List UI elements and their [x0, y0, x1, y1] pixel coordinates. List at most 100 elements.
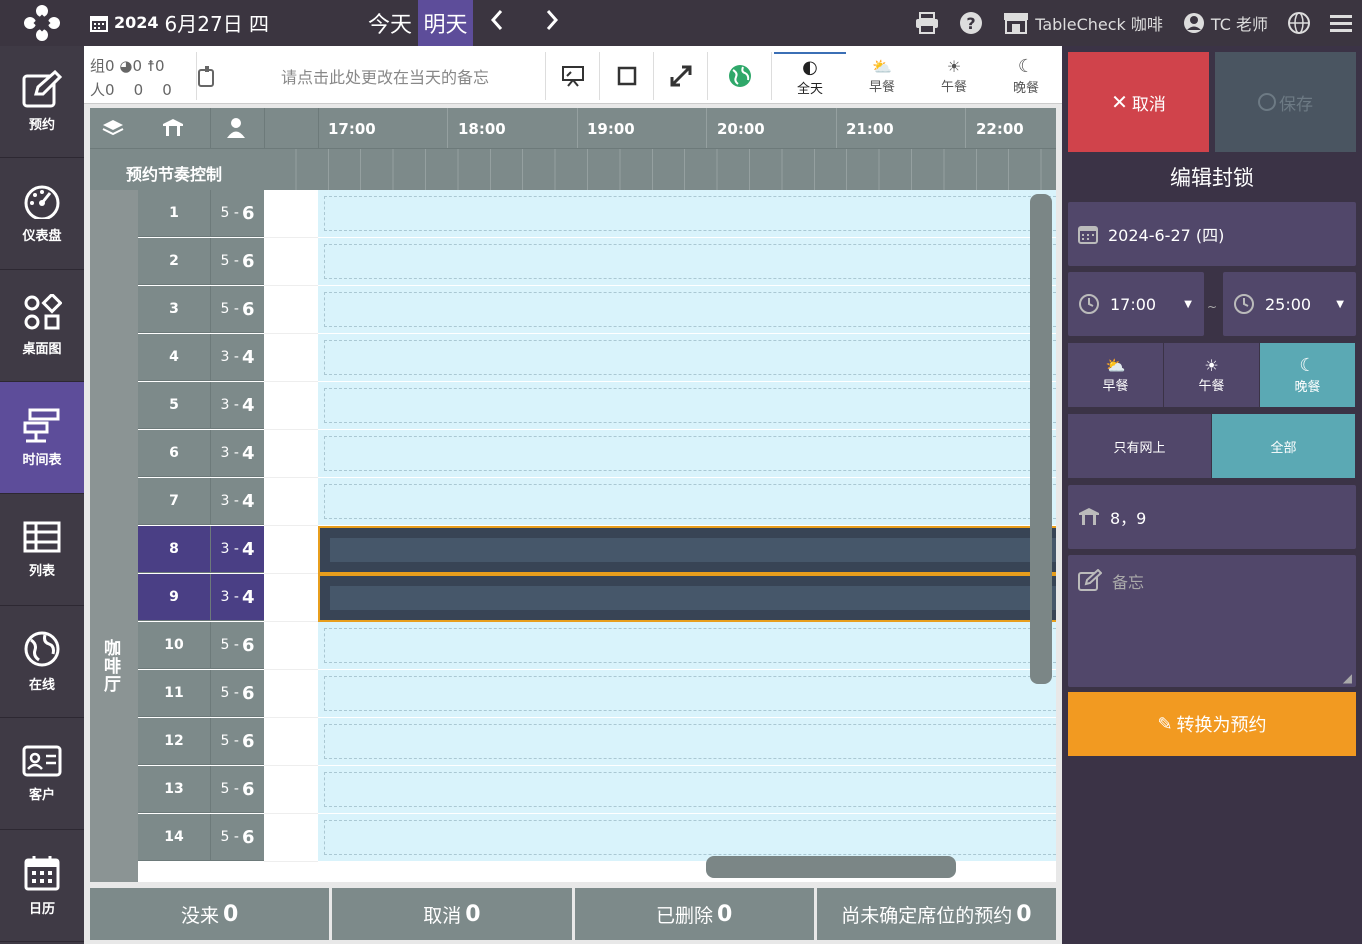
- meal-tab-lunch[interactable]: ☀ 午餐: [918, 52, 990, 100]
- memo-textarea[interactable]: 备忘 ◢: [1068, 555, 1356, 687]
- sidebar-item-online[interactable]: 在线: [0, 606, 84, 718]
- user-menu[interactable]: TC 老师: [1183, 11, 1268, 35]
- meal-tab-breakfast[interactable]: ⛅ 早餐: [846, 52, 918, 100]
- resize-handle-icon[interactable]: ◢: [1343, 671, 1352, 685]
- table-number[interactable]: 4: [138, 334, 210, 381]
- time-slot[interactable]: [318, 238, 1056, 286]
- table-row[interactable]: 25 -6: [138, 238, 1056, 286]
- hamburger-menu-icon[interactable]: [1330, 14, 1352, 32]
- pace-control-row[interactable]: 预约节奏控制: [90, 148, 1056, 191]
- time-slot[interactable]: [318, 286, 1056, 334]
- table-number[interactable]: 13: [138, 766, 210, 813]
- time-label: 17:00: [328, 120, 376, 138]
- table-row[interactable]: 10 5 -6: [138, 622, 1056, 670]
- meal-tab-dinner[interactable]: ☾ 晚餐: [990, 52, 1062, 100]
- convert-to-reservation-button[interactable]: ✎ 转换为预约: [1068, 692, 1356, 756]
- table-number[interactable]: 12: [138, 718, 210, 765]
- print-icon[interactable]: [915, 12, 939, 34]
- help-icon[interactable]: ?: [959, 11, 983, 35]
- table-number[interactable]: 14: [138, 814, 210, 861]
- start-time-select[interactable]: 17:00 ▼: [1068, 272, 1204, 336]
- sidebar-item-floorplan[interactable]: 桌面图: [0, 270, 84, 382]
- time-slot[interactable]: [318, 190, 1056, 238]
- moon-icon: ☾: [1017, 56, 1035, 77]
- table-block-bar[interactable]: [318, 526, 1056, 574]
- table-number[interactable]: 11: [138, 670, 210, 717]
- sidebar-item-calendar[interactable]: 日历: [0, 830, 84, 942]
- table-row[interactable]: 83 -4: [138, 526, 1056, 574]
- cancelled-count[interactable]: 取消 0: [332, 888, 572, 940]
- meal-breakfast-button[interactable]: ⛅ 早餐: [1068, 343, 1163, 407]
- sidebar-item-list[interactable]: 列表: [0, 494, 84, 606]
- vertical-scrollbar[interactable]: [1030, 194, 1052, 684]
- time-slot[interactable]: [318, 670, 1056, 718]
- sidebar-label: 列表: [28, 564, 55, 579]
- time-slot[interactable]: [318, 718, 1056, 766]
- table-row[interactable]: 43 -4: [138, 334, 1056, 382]
- sidebar-item-dashboard[interactable]: 仪表盘: [0, 158, 84, 270]
- sidebar-item-customers[interactable]: 客户: [0, 718, 84, 830]
- time-slot[interactable]: [318, 478, 1056, 526]
- date-field[interactable]: 2024-6-27 (四): [1068, 202, 1356, 266]
- date-selector[interactable]: 2024 6月27日 四: [90, 8, 269, 37]
- table-row[interactable]: 63 -4: [138, 430, 1056, 478]
- presentation-button[interactable]: [546, 52, 600, 100]
- horizontal-scrollbar[interactable]: [706, 856, 956, 878]
- table-number[interactable]: 1: [138, 190, 210, 237]
- meal-label: 早餐: [868, 80, 895, 95]
- clock-icon: [1079, 294, 1099, 314]
- time-slot[interactable]: [318, 382, 1056, 430]
- square-view-button[interactable]: [600, 52, 654, 100]
- sidebar-item-reservation[interactable]: 预约: [0, 46, 84, 158]
- time-slot[interactable]: [318, 334, 1056, 382]
- expand-button[interactable]: [654, 52, 708, 100]
- no-show-count[interactable]: 没来 0: [90, 888, 330, 940]
- table-row[interactable]: 11 5 -6: [138, 670, 1056, 718]
- table-number[interactable]: 5: [138, 382, 210, 429]
- table-block-bar[interactable]: [318, 574, 1056, 622]
- globe-icon: [728, 65, 751, 87]
- table-row[interactable]: 53 -4: [138, 382, 1056, 430]
- table-number[interactable]: 7: [138, 478, 210, 525]
- chevron-right-icon[interactable]: [545, 8, 559, 38]
- time-slot[interactable]: [318, 430, 1056, 478]
- table-number[interactable]: 2: [138, 238, 210, 285]
- table-row[interactable]: 15 -6: [138, 190, 1056, 238]
- time-slot[interactable]: [318, 766, 1056, 814]
- online-only-button[interactable]: 只有网上: [1068, 414, 1211, 478]
- online-globe-button[interactable]: [708, 52, 772, 100]
- store-selector[interactable]: TableCheck 咖啡: [1003, 11, 1163, 35]
- app-logo-icon[interactable]: [0, 0, 84, 46]
- tomorrow-button[interactable]: 明天: [418, 0, 473, 46]
- chevron-left-icon[interactable]: [490, 8, 504, 38]
- tables-field[interactable]: 8，9: [1068, 485, 1356, 549]
- meal-dinner-button[interactable]: ☾ 晚餐: [1260, 343, 1355, 407]
- today-button[interactable]: 今天: [362, 0, 418, 46]
- save-button[interactable]: 保存: [1215, 52, 1356, 152]
- deleted-count[interactable]: 已删除 0: [574, 888, 814, 940]
- table-row[interactable]: 93 -4: [138, 574, 1056, 622]
- table-number[interactable]: 6: [138, 430, 210, 477]
- cancel-button[interactable]: ✕ 取消: [1068, 52, 1209, 152]
- unassigned-count[interactable]: 尚未确定席位的预约 0: [816, 888, 1056, 940]
- table-row[interactable]: 14 5 -6: [138, 814, 1056, 862]
- meal-lunch-button[interactable]: ☀ 午餐: [1164, 343, 1259, 407]
- table-capacity: 3 -4: [210, 382, 264, 429]
- table-row[interactable]: 35 -6: [138, 286, 1056, 334]
- table-number[interactable]: 10: [138, 622, 210, 669]
- table-number[interactable]: 3: [138, 286, 210, 333]
- all-channels-button[interactable]: 全部: [1212, 414, 1355, 478]
- meal-tab-allday[interactable]: ◐ 全天: [774, 52, 846, 100]
- table-number[interactable]: 9: [138, 574, 210, 621]
- table-row[interactable]: 13 5 -6: [138, 766, 1056, 814]
- time-slot[interactable]: [318, 622, 1056, 670]
- daily-memo-field[interactable]: 请点击此处更改在当天的备忘: [196, 52, 546, 100]
- time-slot[interactable]: [318, 814, 1056, 862]
- sidebar-item-timeline[interactable]: 时间表: [0, 382, 84, 494]
- layers-icon[interactable]: [102, 118, 124, 142]
- table-number[interactable]: 8: [138, 526, 210, 573]
- language-globe-icon[interactable]: [1288, 12, 1310, 34]
- end-time-select[interactable]: 25:00 ▼: [1223, 272, 1356, 336]
- table-row[interactable]: 12 5 -6: [138, 718, 1056, 766]
- table-row[interactable]: 73 -4: [138, 478, 1056, 526]
